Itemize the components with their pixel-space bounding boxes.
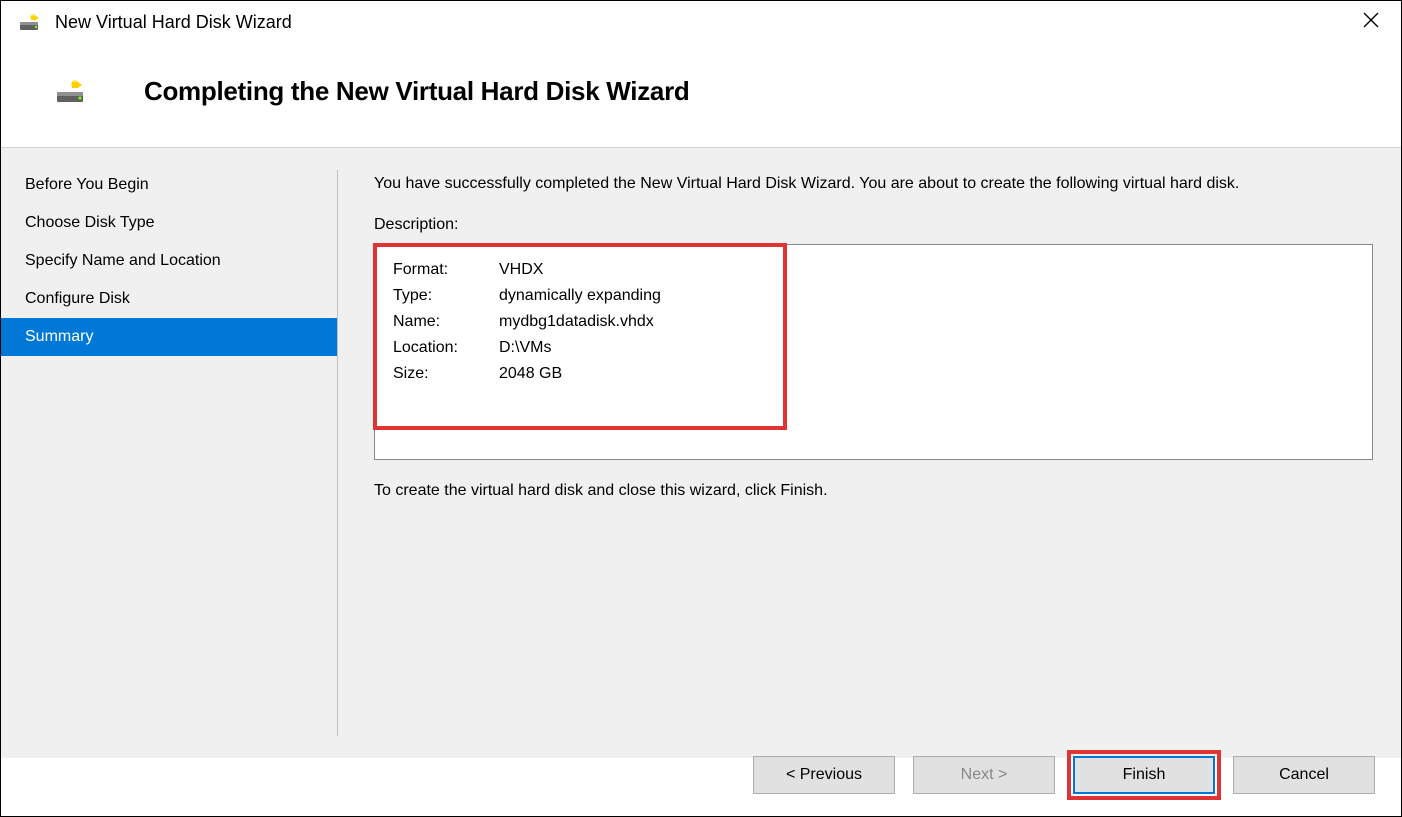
- summary-row-type: Type: dynamically expanding: [393, 287, 1362, 305]
- wizard-steps-sidebar: Before You Begin Choose Disk Type Specif…: [1, 148, 337, 758]
- format-value: VHDX: [499, 261, 543, 279]
- sidebar-item-label: Specify Name and Location: [25, 252, 221, 269]
- sidebar-step-choose-disk-type[interactable]: Choose Disk Type: [1, 204, 337, 242]
- name-value: mydbg1datadisk.vhdx: [499, 313, 654, 331]
- sidebar-step-specify-name-location[interactable]: Specify Name and Location: [1, 242, 337, 280]
- sidebar-item-label: Before You Begin: [25, 176, 149, 193]
- close-button[interactable]: [1355, 11, 1387, 34]
- finish-button[interactable]: Finish: [1073, 756, 1215, 794]
- page-title: Completing the New Virtual Hard Disk Wiz…: [144, 76, 689, 107]
- sidebar-step-before-you-begin[interactable]: Before You Begin: [1, 166, 337, 204]
- footer-instruction: To create the virtual hard disk and clos…: [374, 482, 1373, 500]
- size-label: Size:: [393, 365, 499, 383]
- size-value: 2048 GB: [499, 365, 562, 383]
- intro-text: You have successfully completed the New …: [374, 172, 1373, 196]
- cancel-button[interactable]: Cancel: [1233, 756, 1375, 794]
- disk-icon: [19, 14, 41, 32]
- location-label: Location:: [393, 339, 499, 357]
- summary-row-size: Size: 2048 GB: [393, 365, 1362, 383]
- format-label: Format:: [393, 261, 499, 279]
- sidebar-item-label: Configure Disk: [25, 290, 130, 307]
- wizard-header: Completing the New Virtual Hard Disk Wiz…: [1, 44, 1401, 147]
- disk-icon: [56, 80, 86, 104]
- summary-row-name: Name: mydbg1datadisk.vhdx: [393, 313, 1362, 331]
- title-bar: New Virtual Hard Disk Wizard: [1, 1, 1401, 44]
- name-label: Name:: [393, 313, 499, 331]
- description-box: Format: VHDX Type: dynamically expanding…: [374, 244, 1373, 460]
- content-panel: You have successfully completed the New …: [338, 148, 1401, 758]
- main-content: Before You Begin Choose Disk Type Specif…: [1, 147, 1401, 758]
- summary-table: Format: VHDX Type: dynamically expanding…: [393, 261, 1362, 383]
- next-button: Next >: [913, 756, 1055, 794]
- sidebar-step-summary[interactable]: Summary: [1, 318, 337, 356]
- type-value: dynamically expanding: [499, 287, 661, 305]
- type-label: Type:: [393, 287, 499, 305]
- description-label: Description:: [374, 216, 1373, 234]
- previous-button[interactable]: < Previous: [753, 756, 895, 794]
- location-value: D:\VMs: [499, 339, 551, 357]
- summary-row-format: Format: VHDX: [393, 261, 1362, 279]
- wizard-button-bar: < Previous Next > Finish Cancel: [753, 756, 1375, 794]
- sidebar-item-label: Choose Disk Type: [25, 214, 155, 231]
- titlebar-left: New Virtual Hard Disk Wizard: [19, 12, 292, 33]
- window-title: New Virtual Hard Disk Wizard: [55, 12, 292, 33]
- sidebar-step-configure-disk[interactable]: Configure Disk: [1, 280, 337, 318]
- sidebar-item-label: Summary: [25, 328, 93, 345]
- summary-row-location: Location: D:\VMs: [393, 339, 1362, 357]
